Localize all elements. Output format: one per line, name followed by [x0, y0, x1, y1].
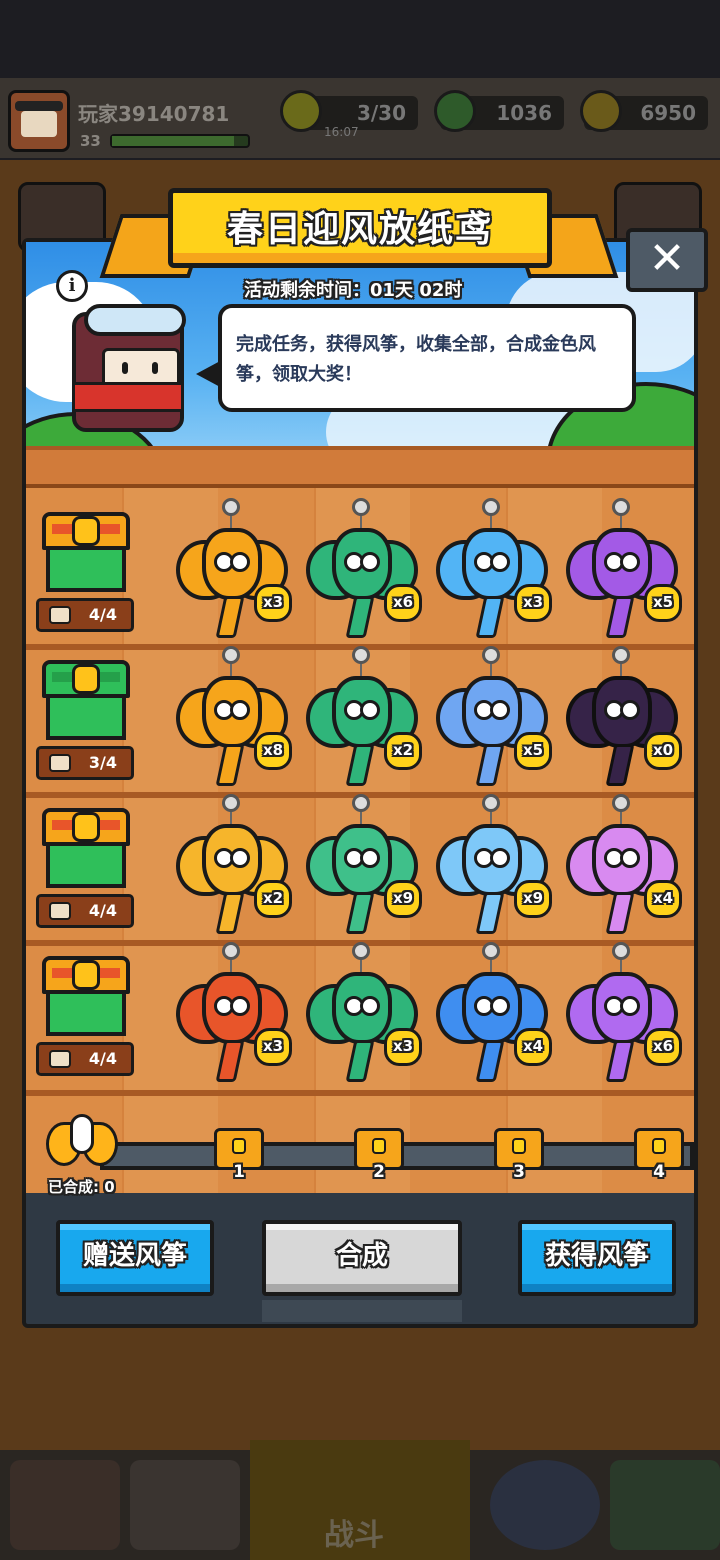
kite-count-badge: x3	[254, 584, 292, 622]
milestone-label: 4	[653, 1162, 665, 1182]
reward-chest-icon[interactable]	[42, 512, 130, 592]
kite-count-badge: x3	[254, 1028, 292, 1066]
kite-mini-icon	[49, 754, 71, 772]
cat-kite-icon[interactable]: x6	[302, 498, 422, 640]
bird-kite-icon[interactable]: x3	[302, 942, 422, 1084]
synthesize-button[interactable]: 合成	[262, 1220, 462, 1296]
event-description-bubble: 完成任务，获得风筝，收集全部，合成金色风筝，领取大奖！	[218, 304, 636, 412]
kite-count-badge: x5	[514, 732, 552, 770]
gift-kite-button[interactable]: 赠送风筝	[56, 1220, 214, 1296]
beetle-kite-icon[interactable]: x8	[172, 646, 292, 788]
close-button[interactable]: ✕	[626, 228, 708, 292]
kite-mini-icon	[49, 1050, 71, 1068]
event-title: 春日迎风放纸鸢	[226, 209, 493, 250]
butterfly-kite-icon[interactable]: x2	[172, 794, 292, 936]
energy-timer: 16:07	[324, 125, 359, 139]
energy-icon	[280, 90, 322, 132]
row-progress-text: 3/4	[88, 753, 117, 772]
nav-talent-icon[interactable]	[490, 1460, 600, 1550]
row-progress-text: 4/4	[88, 1049, 117, 1068]
row-divider	[26, 1090, 694, 1096]
butterfly-kite-icon[interactable]: x9	[432, 794, 552, 936]
bird-kite-icon[interactable]: x3	[172, 942, 292, 1084]
kite-count-badge: x5	[644, 584, 682, 622]
milestone-label: 3	[513, 1162, 525, 1182]
reward-chest-icon[interactable]	[42, 956, 130, 1036]
xp-progress-bar	[110, 134, 250, 148]
row-progress-text: 4/4	[88, 605, 117, 624]
nav-shop-icon[interactable]	[10, 1460, 120, 1550]
coin-icon	[580, 90, 622, 132]
info-icon[interactable]: i	[56, 270, 88, 302]
cat-kite-icon[interactable]: x3	[172, 498, 292, 640]
butterfly-kite-icon[interactable]: x4	[562, 794, 682, 936]
nav-battle-label: 战斗	[324, 1518, 384, 1553]
kite-count-badge: x9	[514, 880, 552, 918]
row-progress: 4/4	[36, 598, 134, 632]
beetle-kite-icon[interactable]: x2	[302, 646, 422, 788]
cat-kite-icon[interactable]: x5	[562, 498, 682, 640]
kite-count-badge: x0	[644, 732, 682, 770]
kite-mini-icon	[49, 902, 71, 920]
obtain-kite-button[interactable]: 获得风筝	[518, 1220, 676, 1296]
kite-count-badge: x6	[644, 1028, 682, 1066]
row-progress: 3/4	[36, 746, 134, 780]
butterfly-kite-icon[interactable]: x9	[302, 794, 422, 936]
button-base	[262, 1300, 462, 1322]
nav-weapon-icon[interactable]	[130, 1460, 240, 1550]
kite-count-badge: x9	[384, 880, 422, 918]
kite-count-badge: x6	[384, 584, 422, 622]
bird-kite-icon[interactable]: x4	[432, 942, 552, 1084]
scene-ground	[26, 446, 694, 488]
nav-upgrade-icon[interactable]	[610, 1460, 720, 1550]
player-avatar[interactable]	[8, 90, 70, 152]
row-progress: 4/4	[36, 1042, 134, 1076]
golden-kite-icon[interactable]	[44, 1108, 120, 1178]
reward-chest-icon[interactable]	[42, 808, 130, 888]
milestone-label: 1	[233, 1162, 245, 1182]
ninja-character	[60, 300, 200, 450]
kite-count-badge: x3	[514, 584, 552, 622]
player-level: 33	[80, 132, 101, 150]
beetle-kite-icon[interactable]: x5	[432, 646, 552, 788]
kite-count-badge: x4	[514, 1028, 552, 1066]
kite-count-badge: x4	[644, 880, 682, 918]
kite-count-badge: x2	[384, 732, 422, 770]
synthesized-count: 已合成: 0	[48, 1178, 115, 1196]
player-name: 玩家39140781	[78, 102, 230, 126]
event-timer: 活动剩余时间：01天 02时	[244, 280, 463, 301]
bird-kite-icon[interactable]: x6	[562, 942, 682, 1084]
kite-count-badge: x3	[384, 1028, 422, 1066]
milestone-label: 2	[373, 1162, 385, 1182]
kite-mini-icon	[49, 606, 71, 624]
cat-kite-icon[interactable]: x3	[432, 498, 552, 640]
kite-count-badge: x8	[254, 732, 292, 770]
row-progress: 4/4	[36, 894, 134, 928]
gem-icon	[434, 90, 476, 132]
row-progress-text: 4/4	[88, 901, 117, 920]
beetle-kite-icon[interactable]: x0	[562, 646, 682, 788]
reward-chest-icon[interactable]	[42, 660, 130, 740]
kite-count-badge: x2	[254, 880, 292, 918]
